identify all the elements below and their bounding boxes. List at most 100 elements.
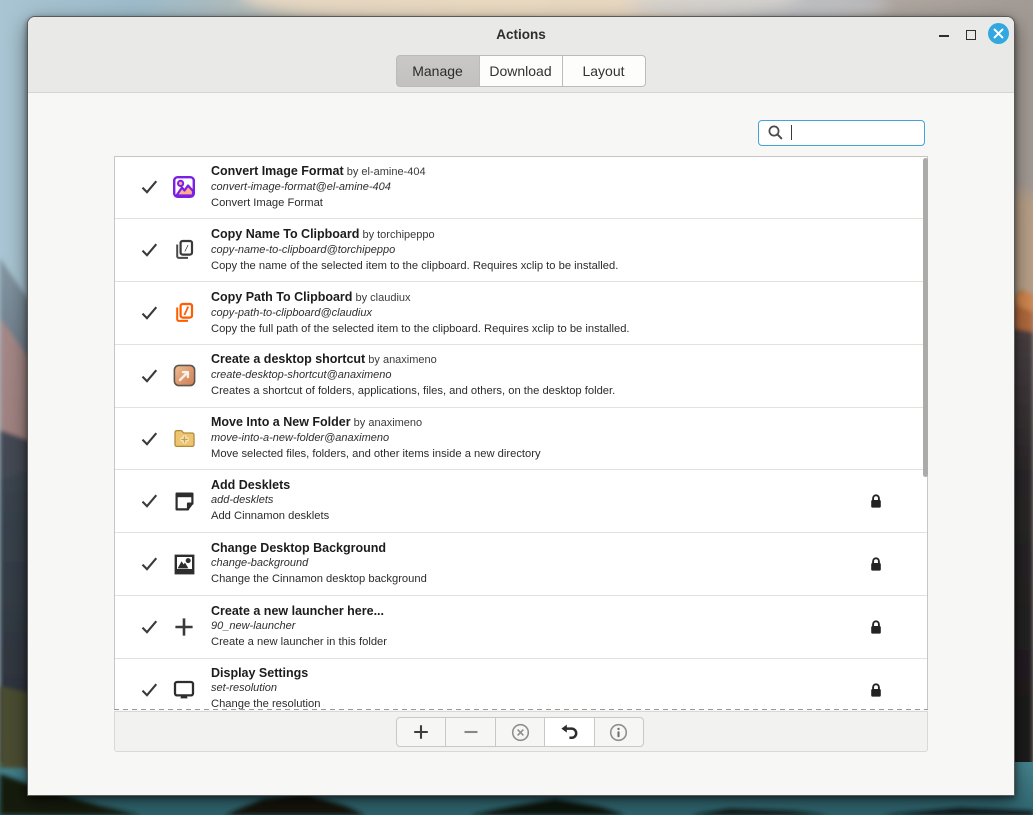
action-row[interactable]: Copy Path To Clipboard by claudiux copy-p… [115, 282, 927, 345]
lock-icon [869, 682, 883, 698]
uninstall-button[interactable] [496, 717, 545, 747]
action-text: Convert Image Format by el-amine-404 conv… [211, 163, 857, 211]
action-author: by anaximeno [365, 354, 437, 366]
action-author: by claudiux [352, 292, 410, 304]
minimize-icon[interactable] [939, 35, 949, 37]
action-uuid: copy-name-to-clipboard@torchipeppo [211, 243, 857, 258]
search-icon [767, 124, 784, 141]
action-row[interactable]: Display Settingsset-resolutionChange the… [115, 659, 927, 710]
tab-download[interactable]: Download [480, 55, 563, 88]
action-description: Create a new launcher in this folder [211, 634, 857, 650]
action-title: Add Desklets [211, 478, 290, 492]
action-title: Change Desktop Background [211, 541, 386, 555]
tab-manage[interactable]: Manage [396, 55, 480, 88]
lock-icon [869, 556, 883, 572]
minus-icon [462, 723, 480, 741]
action-description: Change the Cinnamon desktop background [211, 571, 857, 587]
action-author: by el-amine-404 [344, 166, 426, 178]
action-uuid: create-desktop-shortcut@anaximeno [211, 368, 857, 383]
action-title: Copy Path To Clipboard [211, 290, 352, 304]
enabled-check-icon [141, 556, 158, 572]
action-text: Create a desktop shortcut by anaximeno cr… [211, 351, 857, 399]
action-row[interactable]: Add Deskletsadd-deskletsAdd Cinnamon des… [115, 470, 927, 533]
enabled-check-icon [141, 179, 158, 195]
action-description: Add Cinnamon desklets [211, 508, 857, 524]
action-text: Move Into a New Folder by anaximeno move-… [211, 414, 857, 462]
enabled-check-icon [141, 305, 158, 321]
action-uuid: copy-path-to-clipboard@claudiux [211, 306, 857, 321]
tab-layout[interactable]: Layout [563, 55, 646, 88]
action-description: Copy the full path of the selected item … [211, 321, 857, 337]
action-row[interactable]: Create a desktop shortcut by anaximeno cr… [115, 345, 927, 408]
toolbar-button-group [396, 717, 644, 747]
enabled-check-icon [141, 493, 158, 509]
action-description: Copy the name of the selected item to th… [211, 258, 857, 274]
action-row[interactable]: Create a new launcher here...90_new-laun… [115, 596, 927, 659]
action-text: Change Desktop Backgroundchange-backgrou… [211, 540, 857, 587]
action-uuid: move-into-a-new-folder@anaximeno [211, 431, 857, 446]
desktop-background-icon [172, 552, 196, 576]
enabled-check-icon [141, 242, 158, 258]
lock-icon [869, 619, 883, 635]
convert-image-format-icon [172, 175, 196, 199]
display-settings-icon [172, 678, 196, 702]
actions-window: Actions ManageDownloadLayout Convert Ima… [27, 16, 1015, 796]
view-switcher: ManageDownloadLayout [396, 55, 646, 88]
list-toolbar [114, 711, 928, 752]
circle-cross-icon [511, 723, 530, 742]
action-uuid: convert-image-format@el-amine-404 [211, 180, 857, 195]
enabled-check-icon [141, 368, 158, 384]
action-title: Create a desktop shortcut [211, 352, 365, 366]
copy-name-icon: / [172, 238, 196, 262]
undo-button[interactable] [545, 717, 594, 747]
action-description: Move selected files, folders, and other … [211, 446, 857, 462]
action-row[interactable]: Change Desktop Backgroundchange-backgrou… [115, 533, 927, 596]
copy-path-icon [172, 301, 196, 325]
remove-button[interactable] [446, 717, 495, 747]
close-icon [993, 28, 1004, 39]
action-text: Add Deskletsadd-deskletsAdd Cinnamon des… [211, 477, 857, 524]
close-button[interactable] [988, 23, 1009, 44]
search-input[interactable] [758, 120, 925, 147]
scrollbar-thumb[interactable] [923, 158, 928, 477]
action-title: Convert Image Format [211, 164, 344, 178]
action-text: Copy Name To Clipboard by torchipeppo cop… [211, 226, 857, 274]
action-title: Create a new launcher here... [211, 604, 384, 618]
action-title: Display Settings [211, 666, 308, 680]
plus-icon [412, 723, 430, 741]
maximize-icon[interactable] [966, 30, 976, 40]
desktop-shortcut-icon [172, 364, 196, 388]
enabled-check-icon [141, 619, 158, 635]
enabled-check-icon [141, 682, 158, 698]
action-uuid: add-desklets [211, 493, 857, 508]
action-uuid: set-resolution [211, 681, 857, 696]
action-text: Copy Path To Clipboard by claudiux copy-p… [211, 289, 857, 337]
action-uuid: change-background [211, 556, 857, 571]
window-header: Actions ManageDownloadLayout [28, 17, 1014, 93]
action-title: Copy Name To Clipboard [211, 227, 359, 241]
enabled-check-icon [141, 431, 158, 447]
action-author: by anaximeno [351, 417, 423, 429]
action-row[interactable]: Convert Image Format by el-amine-404 conv… [115, 157, 927, 220]
undo-arrow-icon [559, 723, 579, 742]
window-title: Actions [28, 26, 1014, 43]
action-row[interactable]: Move Into a New Folder by anaximeno move-… [115, 408, 927, 471]
desklet-icon [172, 489, 196, 513]
actions-list: Convert Image Format by el-amine-404 conv… [114, 156, 928, 710]
lock-icon [869, 493, 883, 509]
list-cut-dash [114, 709, 928, 710]
action-description: Convert Image Format [211, 195, 857, 211]
action-row[interactable]: / Copy Name To Clipboard by torchipeppo co… [115, 219, 927, 282]
new-folder-icon [172, 427, 196, 451]
new-launcher-icon [172, 615, 196, 639]
action-description: Creates a shortcut of folders, applicati… [211, 383, 857, 399]
action-title: Move Into a New Folder [211, 415, 351, 429]
text-caret [791, 125, 792, 140]
action-text: Display Settingsset-resolutionChange the… [211, 665, 857, 709]
about-button[interactable] [595, 717, 644, 747]
action-author: by torchipeppo [359, 229, 434, 241]
add-button[interactable] [396, 717, 446, 747]
action-text: Create a new launcher here...90_new-laun… [211, 603, 857, 650]
info-icon [609, 723, 628, 742]
action-uuid: 90_new-launcher [211, 619, 857, 634]
